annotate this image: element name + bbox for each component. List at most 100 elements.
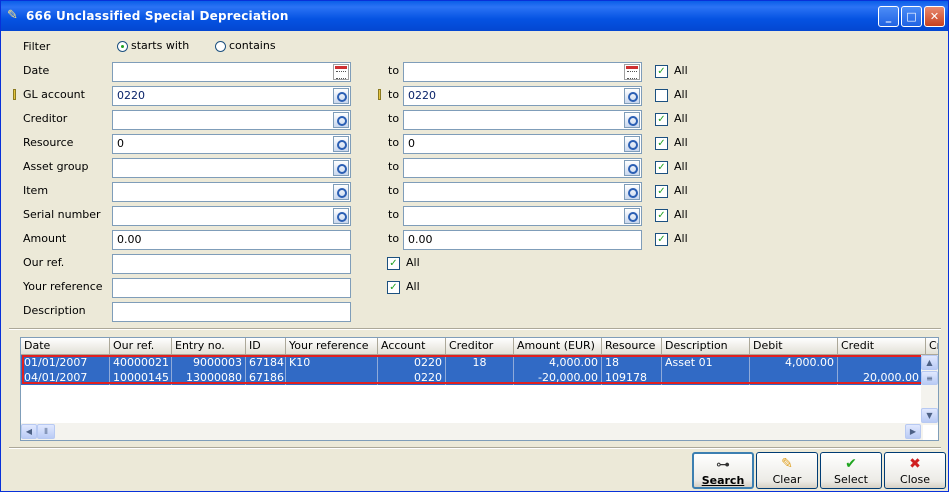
window: ✎ 666 Unclassified Special Depreciation … [0,0,949,492]
amount-from-field[interactable]: 0.00 [112,230,351,250]
clear-button[interactable]: ✎ Clear [756,452,818,489]
resource-all-checkbox[interactable]: ✓ [655,137,668,150]
column-header[interactable]: Debit [750,338,838,355]
results-grid[interactable]: Date Our ref. Entry no. ID Your referenc… [20,337,939,441]
serial-to-field[interactable] [403,206,642,226]
lookup-icon[interactable] [624,136,640,152]
scroll-down-icon[interactable]: ▼ [921,408,938,423]
asset-group-all-checkbox[interactable]: ✓ [655,161,668,174]
creditor-from-field[interactable] [112,110,351,130]
date-to-field[interactable] [403,62,642,82]
our-ref-all-checkbox[interactable]: ✓ [387,257,400,270]
column-header[interactable]: Description [662,338,750,355]
column-header[interactable]: Our ref. [110,338,172,355]
all-label: All [406,280,420,293]
to-label: to [388,136,400,149]
all-label: All [674,208,688,221]
contains-radio[interactable] [215,41,226,52]
column-header[interactable]: Resource [602,338,662,355]
binoculars-icon: ⊶ [716,457,730,473]
search-button[interactable]: ⊶ Search [692,452,754,489]
all-label: All [406,256,420,269]
gl-all-checkbox[interactable] [655,89,668,102]
selection-highlight [22,355,923,384]
column-header[interactable]: Account [378,338,446,355]
starts-with-label: starts with [131,39,190,52]
divider [9,447,941,449]
item-all-checkbox[interactable]: ✓ [655,185,668,198]
lookup-icon[interactable] [333,160,349,176]
asset-group-to-field[interactable] [403,158,642,178]
column-header[interactable]: Entry no. [172,338,246,355]
lookup-icon[interactable] [333,112,349,128]
column-header[interactable]: Your reference [286,338,378,355]
description-label: Description [23,304,86,317]
minimize-button[interactable]: _ [878,6,899,27]
clear-button-label: Clear [772,473,802,486]
required-marker [378,89,381,100]
calendar-icon[interactable] [624,64,640,80]
vertical-scrollbar[interactable]: ▲ ≡ ▼ [921,355,938,425]
resource-to-field[interactable]: 0 [403,134,642,154]
gl-from-field[interactable]: 0220 [112,86,351,106]
lookup-icon[interactable] [624,208,640,224]
all-label: All [674,160,688,173]
maximize-button[interactable]: □ [901,6,922,27]
your-reference-all-checkbox[interactable]: ✓ [387,281,400,294]
calendar-icon[interactable] [333,64,349,80]
lookup-icon[interactable] [624,184,640,200]
close-button[interactable]: ✖ Close [884,452,946,489]
scroll-left-icon[interactable]: ◀ [21,424,37,439]
select-button-label: Select [834,473,868,486]
lookup-icon[interactable] [624,88,640,104]
serial-all-checkbox[interactable]: ✓ [655,209,668,222]
column-header[interactable]: Credit [838,338,926,355]
to-label: to [388,64,400,77]
lookup-icon[interactable] [624,112,640,128]
creditor-to-field[interactable] [403,110,642,130]
item-to-field[interactable] [403,182,642,202]
to-label: to [388,232,400,245]
asset-group-from-field[interactable] [112,158,351,178]
scroll-thumb[interactable]: ≡ [921,371,938,385]
serial-number-label: Serial number [23,208,101,221]
to-label: to [388,160,400,173]
required-marker [13,89,16,100]
our-ref-field[interactable] [112,254,351,274]
your-reference-field[interactable] [112,278,351,298]
starts-with-radio[interactable] [117,41,128,52]
column-header[interactable]: Creditor [446,338,514,355]
scroll-thumb[interactable]: ⦀ [37,424,55,439]
column-header[interactable]: Cr [926,338,938,355]
gl-to-field[interactable]: 0220 [403,86,642,106]
our-ref-label: Our ref. [23,256,65,269]
title-bar: ✎ 666 Unclassified Special Depreciation … [1,1,948,31]
item-from-field[interactable] [112,182,351,202]
horizontal-scrollbar[interactable]: ◀ ⦀ ▶ [21,423,923,440]
amount-all-checkbox[interactable]: ✓ [655,233,668,246]
resource-from-field[interactable]: 0 [112,134,351,154]
lookup-icon[interactable] [333,136,349,152]
scroll-up-icon[interactable]: ▲ [921,355,938,370]
your-reference-label: Your reference [23,280,103,293]
lookup-icon[interactable] [624,160,640,176]
serial-from-field[interactable] [112,206,351,226]
creditor-label: Creditor [23,112,68,125]
asset-group-label: Asset group [23,160,89,173]
date-from-field[interactable] [112,62,351,82]
lookup-icon[interactable] [333,208,349,224]
scroll-right-icon[interactable]: ▶ [905,424,921,439]
amount-to-field[interactable]: 0.00 [403,230,642,250]
select-button[interactable]: ✔ Select [820,452,882,489]
column-header[interactable]: ID [246,338,286,355]
column-header[interactable]: Amount (EUR) [514,338,602,355]
close-window-button[interactable]: ✕ [924,6,945,27]
lookup-icon[interactable] [333,88,349,104]
all-label: All [674,88,688,101]
date-all-checkbox[interactable]: ✓ [655,65,668,78]
column-header[interactable]: Date [21,338,110,355]
all-label: All [674,136,688,149]
description-field[interactable] [112,302,351,322]
creditor-all-checkbox[interactable]: ✓ [655,113,668,126]
lookup-icon[interactable] [333,184,349,200]
